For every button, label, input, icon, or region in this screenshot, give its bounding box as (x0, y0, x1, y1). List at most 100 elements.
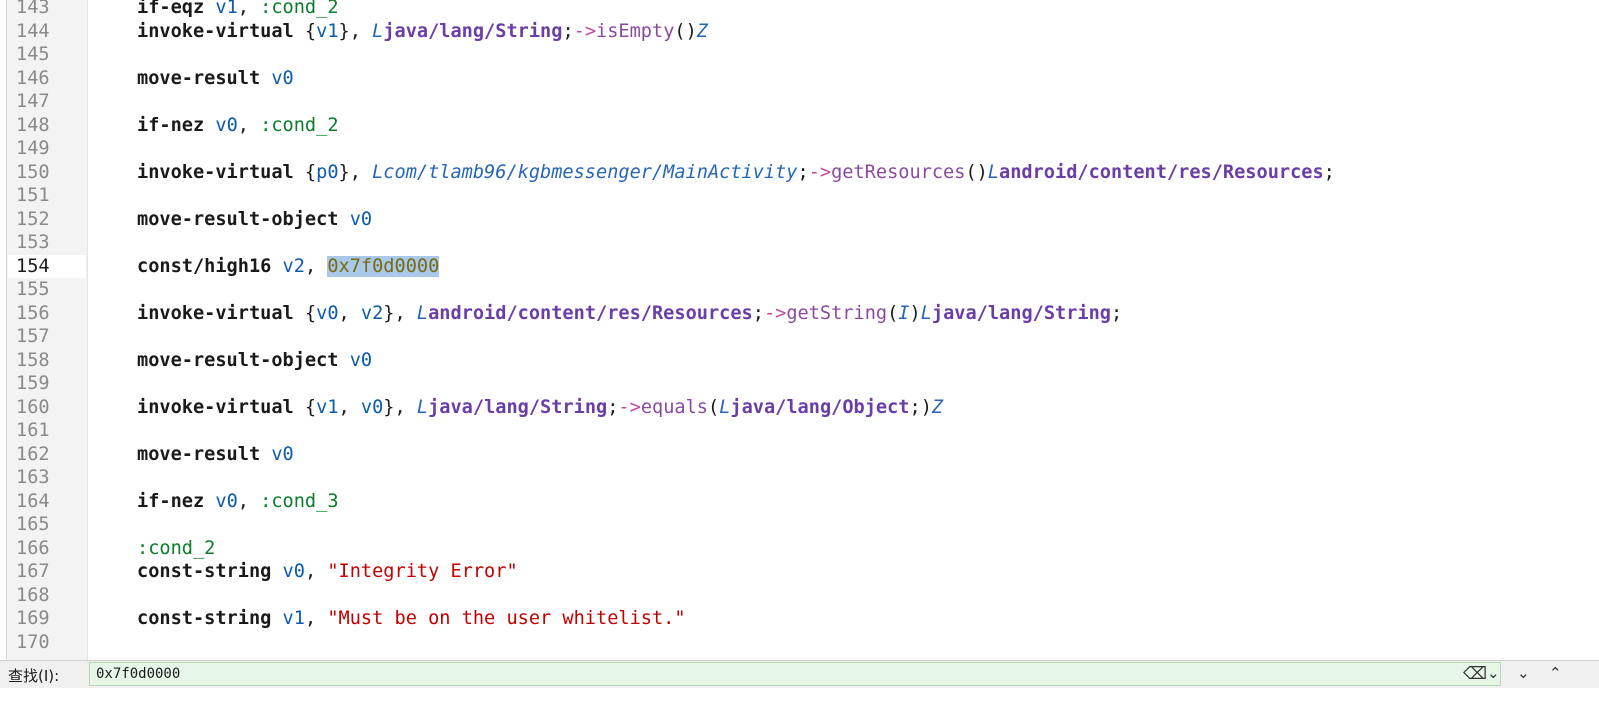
code-token: const-string (137, 608, 272, 629)
code-line[interactable]: 166:cond_2 (0, 537, 1599, 560)
code-line[interactable]: 159 (0, 372, 1599, 395)
code-token: move-result-object (137, 208, 339, 230)
code-text: if-eqz v1, :cond_2 (137, 0, 339, 19)
code-token: { (293, 302, 317, 324)
code-text: if-nez v0, :cond_2 (137, 114, 339, 137)
code-line[interactable]: 149 (0, 137, 1599, 160)
code-line[interactable]: 156 invoke-virtual {v0, v2}, Landroid/con… (0, 302, 1599, 325)
code-text: move-result-object v0 (137, 208, 372, 231)
code-token: ; (1111, 302, 1123, 324)
clear-text-icon[interactable]: ⌫ (1463, 664, 1487, 684)
code-line[interactable]: 163 (0, 466, 1599, 489)
code-line[interactable]: 164 if-nez v0, :cond_3 (0, 490, 1599, 513)
code-token: getResources (831, 161, 966, 183)
line-number: 143 (16, 0, 50, 18)
code-line[interactable]: 152 move-result-object v0 (0, 208, 1599, 231)
code-token: v0 (215, 114, 238, 136)
line-number: 155 (16, 279, 50, 300)
code-line[interactable]: 158 move-result-object v0 (0, 349, 1599, 372)
code-text: move-result v0 (137, 443, 294, 466)
code-line[interactable]: 147 (0, 90, 1599, 113)
code-line[interactable]: 165 (0, 513, 1599, 536)
code-token: L (416, 396, 429, 418)
line-number: 149 (16, 138, 50, 159)
code-token: ; (1323, 161, 1335, 183)
code-token: move-result (137, 67, 261, 89)
code-token: move-result-object (137, 349, 339, 371)
code-token: ; (752, 302, 764, 324)
code-token: android/content/res/Resources (999, 161, 1324, 183)
code-line[interactable]: 161 (0, 419, 1599, 442)
code-text: invoke-virtual {v0, v2}, Landroid/conten… (137, 302, 1122, 325)
line-number: 165 (16, 514, 50, 535)
code-token: v0 (349, 208, 373, 230)
code-token: L (372, 20, 384, 42)
line-number: 159 (16, 373, 50, 394)
find-label: 查找(I): (8, 667, 60, 685)
code-token: Z (931, 396, 944, 418)
code-line[interactable]: 154 const/high16 v2, 0x7f0d0000 (0, 255, 1599, 278)
code-token: v0 (215, 490, 238, 512)
code-line[interactable]: 162 move-result v0 (0, 443, 1599, 466)
code-line[interactable]: 150 invoke-virtual {p0}, Lcom/tlamb96/kgb… (0, 161, 1599, 184)
line-number: 170 (16, 631, 50, 653)
code-token: java/lang/Object (730, 396, 910, 418)
code-token: v0 (349, 349, 373, 371)
code-line[interactable]: 155 (0, 278, 1599, 301)
code-line[interactable]: 151 (0, 184, 1599, 207)
line-number: 144 (16, 20, 50, 42)
find-options-chevron-down-icon[interactable]: ⌄ (1487, 664, 1500, 682)
code-line[interactable]: 153 (0, 231, 1599, 254)
code-token: java/lang/String (931, 302, 1112, 324)
code-token: Lcom/tlamb96/kgbmessenger/MainActivity (372, 161, 798, 183)
code-token: "Must be on the user whitelist." (327, 608, 686, 629)
line-number: 154 (16, 255, 50, 277)
code-token: android/content/res/Resources (428, 302, 753, 324)
code-token: if-eqz (137, 0, 205, 18)
code-line[interactable]: 148 if-nez v0, :cond_2 (0, 114, 1599, 137)
code-line[interactable]: 143 if-eqz v1, :cond_2 (0, 0, 1599, 19)
find-next-chevron-down-icon[interactable]: ⌄ (1517, 664, 1530, 682)
code-token: if-nez (137, 114, 205, 136)
line-number: 157 (16, 326, 50, 347)
code-token: v0 (271, 67, 294, 89)
code-token: -> (763, 302, 787, 324)
line-number: 150 (16, 161, 50, 183)
code-line[interactable]: 146 move-result v0 (0, 67, 1599, 90)
find-input[interactable]: 0x7f0d0000 (89, 662, 1501, 686)
code-token: ; (797, 161, 809, 183)
code-line[interactable]: 144 invoke-virtual {v1}, Ljava/lang/Strin… (0, 20, 1599, 43)
code-text: move-result-object v0 (137, 349, 372, 372)
code-token: , (237, 490, 261, 512)
code-token: :cond_3 (260, 490, 339, 512)
code-line[interactable]: 160 invoke-virtual {v1, v0}, Ljava/lang/S… (0, 396, 1599, 419)
code-text: move-result v0 (137, 67, 294, 90)
code-token: L (987, 161, 1000, 183)
code-token: ( (707, 396, 720, 418)
code-line[interactable]: 170 (0, 631, 1599, 654)
code-line[interactable]: 169 const-string v1, "Must be on the user… (0, 607, 1599, 630)
code-line[interactable]: 167 const-string v0, "Integrity Error" (0, 560, 1599, 583)
code-token: }, (338, 161, 373, 183)
code-line[interactable]: 168 (0, 584, 1599, 607)
line-number: 160 (16, 396, 50, 418)
line-number: 153 (16, 232, 50, 253)
code-line[interactable]: 145 (0, 43, 1599, 66)
code-token: :cond_2 (260, 0, 339, 18)
code-token: :cond_2 (137, 537, 216, 559)
code-line[interactable]: 157 (0, 325, 1599, 348)
code-token: () (965, 161, 988, 183)
code-token: :cond_2 (260, 114, 339, 136)
code-token: isEmpty (596, 20, 675, 42)
code-token: , (304, 255, 328, 277)
find-previous-chevron-up-icon[interactable]: ⌃ (1549, 664, 1562, 682)
code-token: invoke-virtual (137, 302, 294, 324)
code-editor[interactable]: 143 if-eqz v1, :cond_2 144 invoke-virtual {… (0, 0, 1599, 660)
code-token: , (304, 608, 328, 629)
code-token: -> (573, 20, 597, 42)
